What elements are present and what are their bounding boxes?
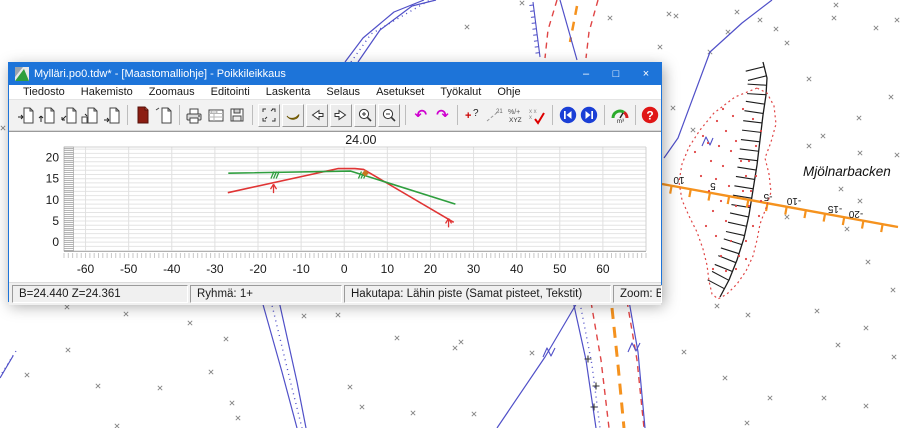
menu-item-ohje[interactable]: Ohje (489, 86, 528, 98)
toolbar-separator (252, 105, 253, 125)
station-label: -10 (786, 195, 801, 206)
menu-item-työkalut[interactable]: Työkalut (432, 86, 489, 98)
station-label: 5 (710, 180, 716, 191)
svg-text:x: x (529, 115, 532, 121)
menu-item-zoomaus[interactable]: Zoomaus (141, 86, 203, 98)
redo-icon[interactable]: ↷ (432, 103, 454, 127)
svg-text:40: 40 (510, 262, 524, 276)
svg-text:24.00: 24.00 (345, 133, 376, 147)
add-point-icon[interactable]: +? (462, 103, 484, 127)
menu-item-laskenta[interactable]: Laskenta (258, 86, 319, 98)
toolbar-separator (604, 105, 605, 125)
svg-text:10: 10 (46, 193, 60, 207)
station-label: -5 (763, 191, 772, 202)
status-zoom: Zoom: BZ (613, 285, 662, 303)
volume-icon[interactable]: m³ (609, 103, 631, 127)
zoom-prev-icon[interactable] (282, 104, 304, 127)
file-save-icon[interactable] (58, 103, 80, 127)
file-read-icon[interactable] (15, 103, 37, 127)
svg-text:?: ? (647, 109, 654, 123)
svg-text:-50: -50 (120, 262, 138, 276)
id-grid-icon[interactable] (205, 103, 227, 127)
pan-left-icon[interactable] (306, 104, 328, 127)
window-title: Mylläri.po0.tdw* - [Maastomalliohje] - P… (34, 68, 286, 80)
file-saveas-icon[interactable] (80, 103, 102, 127)
menu-item-hakemisto[interactable]: Hakemisto (73, 86, 141, 98)
next-section-icon[interactable] (579, 103, 601, 127)
pan-right-icon[interactable] (330, 104, 352, 127)
svg-text:20: 20 (46, 151, 60, 165)
status-coordinates: B=24.440 Z=24.361 (12, 285, 188, 303)
undo-icon[interactable]: ↶ (410, 103, 432, 127)
chart-client-area[interactable]: 0 5 10 15 20 -60 -50 -40 -30 -20 -10 0 10 20 30 40 50 60 2… (9, 131, 661, 282)
doc-red-icon[interactable] (132, 103, 154, 127)
app-icon (15, 67, 29, 81)
toolbar-separator (179, 105, 180, 125)
menu-bar: TiedostoHakemistoZoomausEditointiLaskent… (9, 85, 661, 100)
menu-item-editointi[interactable]: Editointi (203, 86, 258, 98)
title-bar[interactable]: Mylläri.po0.tdw* - [Maastomalliohje] - P… (9, 63, 661, 85)
xyz-check-icon[interactable]: x xx (527, 103, 549, 127)
svg-text:21: 21 (496, 109, 503, 115)
status-search-mode: Hakutapa: Lähin piste (Samat pisteet, Te… (344, 285, 611, 303)
svg-text:-30: -30 (206, 262, 224, 276)
toolbar-separator (635, 105, 636, 125)
svg-text:-10: -10 (292, 262, 310, 276)
toolbar-separator (127, 105, 128, 125)
zoom-in-icon[interactable] (354, 104, 376, 127)
svg-text:30: 30 (467, 262, 481, 276)
svg-text:0: 0 (341, 262, 348, 276)
svg-text:XYZ: XYZ (509, 117, 522, 124)
menu-item-asetukset[interactable]: Asetukset (368, 86, 432, 98)
toolbar-separator (552, 105, 553, 125)
place-label: Mjölnarbacken (803, 164, 891, 179)
prev-section-icon[interactable] (557, 103, 579, 127)
zoom-extents-icon[interactable] (258, 104, 280, 127)
menu-item-selaus[interactable]: Selaus (318, 86, 368, 98)
svg-text:+: + (465, 110, 471, 122)
line-21-icon[interactable]: 21 (484, 103, 506, 127)
svg-text:10: 10 (381, 262, 395, 276)
svg-text:?: ? (473, 108, 479, 119)
maximize-icon[interactable]: □ (601, 63, 631, 85)
doc-new-icon[interactable] (153, 103, 175, 127)
svg-text:m³: m³ (617, 119, 624, 125)
toolbar-separator (457, 105, 458, 125)
file-add-icon[interactable] (37, 103, 59, 127)
status-group: Ryhmä: 1+ (190, 285, 342, 303)
menu-item-tiedosto[interactable]: Tiedosto (15, 86, 73, 98)
svg-text:20: 20 (424, 262, 438, 276)
status-bar: B=24.440 Z=24.361 Ryhmä: 1+ Hakutapa: Lä… (9, 282, 661, 305)
svg-text:50: 50 (553, 262, 567, 276)
xyz-plus-icon[interactable]: %/+XYZ (505, 103, 527, 127)
minimize-icon[interactable]: – (571, 63, 601, 85)
help-icon[interactable]: ? (640, 103, 662, 127)
svg-text:0: 0 (52, 235, 59, 249)
svg-text:-40: -40 (163, 262, 181, 276)
cross-section-chart[interactable]: 0 5 10 15 20 -60 -50 -40 -30 -20 -10 0 10 20 30 40 50 60 2… (11, 132, 661, 283)
svg-text:%/+: %/+ (508, 109, 520, 116)
station-label: 10 (673, 174, 685, 185)
svg-text:-20: -20 (249, 262, 267, 276)
close-icon[interactable]: × (631, 63, 661, 85)
station-label: -15 (827, 203, 842, 214)
svg-text:60: 60 (596, 262, 610, 276)
svg-text:15: 15 (46, 172, 60, 186)
save-view-icon[interactable] (227, 103, 249, 127)
zoom-out-icon[interactable] (378, 104, 400, 127)
svg-text:5: 5 (52, 214, 59, 228)
toolbar: ↶↷+?21%/+XYZx xxm³? (9, 100, 661, 131)
file-write-icon[interactable] (101, 103, 123, 127)
toolbar-separator (405, 105, 406, 125)
svg-text:-60: -60 (77, 262, 95, 276)
print-icon[interactable] (184, 103, 206, 127)
cross-section-window: Mylläri.po0.tdw* - [Maastomalliohje] - P… (8, 62, 662, 302)
station-label: -20 (848, 208, 863, 219)
